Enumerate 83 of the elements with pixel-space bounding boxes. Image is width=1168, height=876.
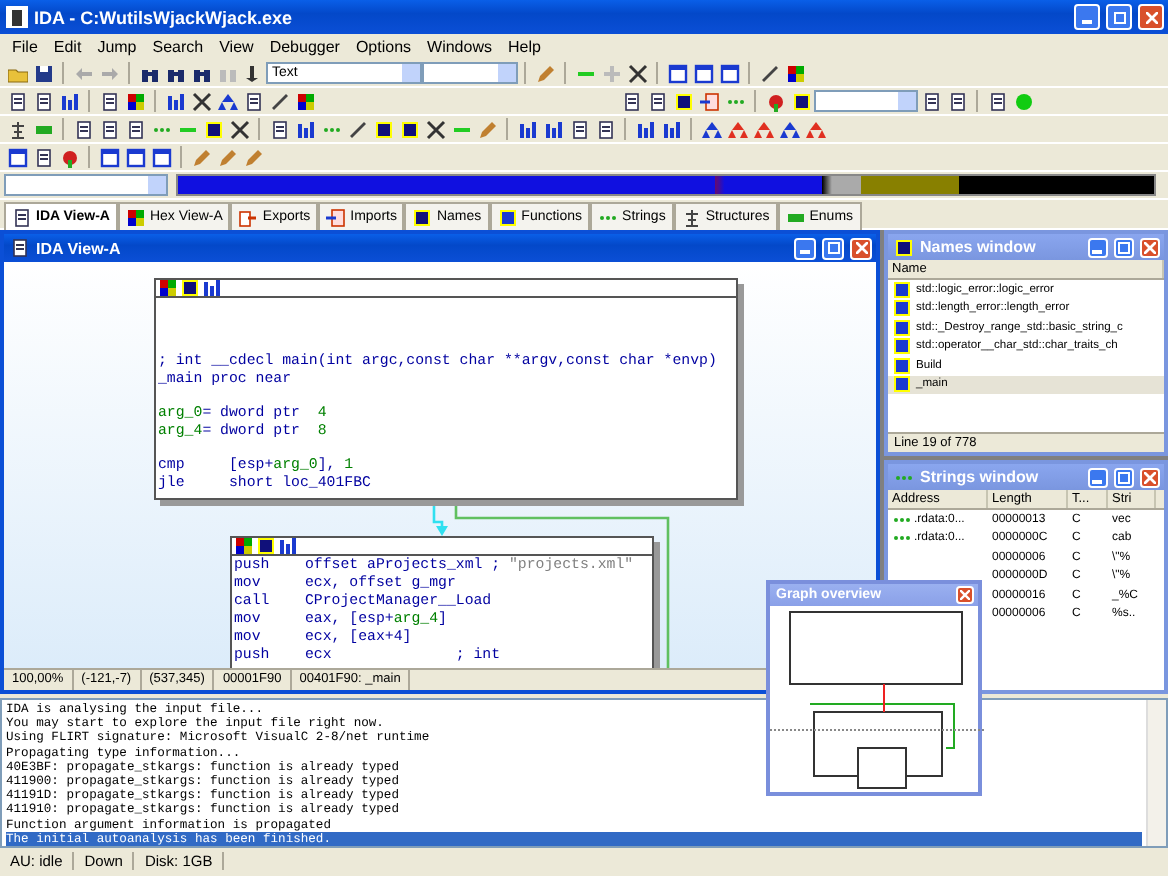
grid-icon — [295, 91, 315, 111]
menu-item[interactable]: Jump — [89, 38, 145, 56]
maximize-icon — [827, 242, 839, 254]
pencil-icon — [535, 63, 555, 83]
wrench-icon — [269, 91, 289, 111]
bars-icon — [517, 119, 537, 139]
close-icon — [960, 590, 970, 600]
window-title: Names window — [920, 238, 1038, 256]
tree-icon — [779, 119, 799, 139]
minimize-button[interactable] — [1088, 467, 1108, 487]
maximize-icon — [1118, 471, 1130, 483]
close-button[interactable] — [1140, 467, 1160, 487]
floppy-icon — [33, 63, 53, 83]
menu-item[interactable]: Search — [144, 38, 212, 56]
close-button[interactable] — [956, 586, 974, 604]
bars-icon — [202, 278, 222, 298]
document-icon — [10, 238, 30, 258]
bars-icon — [295, 119, 315, 139]
maximize-button[interactable] — [1114, 237, 1134, 257]
circle-icon — [1013, 91, 1033, 111]
wrench-icon — [347, 119, 367, 139]
menu-item[interactable]: View — [211, 38, 262, 56]
window-title: Strings window — [920, 468, 1041, 486]
menu-item[interactable]: Help — [499, 38, 549, 56]
close-button[interactable] — [850, 237, 872, 259]
cross-icon — [191, 91, 211, 111]
close-icon — [1144, 471, 1156, 483]
arrow-right-icon — [99, 63, 119, 83]
close-icon — [855, 242, 867, 254]
menu-item[interactable]: Options — [347, 38, 420, 56]
minimize-button[interactable] — [1074, 4, 1100, 30]
grid-icon — [125, 91, 145, 111]
cross-icon — [627, 63, 647, 83]
bars-icon — [59, 91, 79, 111]
tree-icon — [727, 119, 747, 139]
maximize-button[interactable] — [1106, 4, 1132, 30]
close-button[interactable] — [1140, 237, 1160, 257]
maximize-button[interactable] — [822, 237, 844, 259]
flower-icon — [59, 147, 79, 167]
tree-icon — [805, 119, 825, 139]
cross-icon — [425, 119, 445, 139]
bars-icon — [543, 119, 563, 139]
close-icon — [1144, 241, 1156, 253]
menu-item[interactable]: Edit — [45, 38, 90, 56]
window-title: IDA View-A — [36, 239, 123, 257]
dropdown-field[interactable] — [814, 90, 918, 112]
bars-icon — [635, 119, 655, 139]
arrow-left-icon — [73, 63, 93, 83]
grid-icon — [125, 207, 146, 227]
grid-icon — [234, 536, 254, 556]
bars-icon — [278, 536, 298, 556]
pencil-icon — [477, 119, 497, 139]
menu-item[interactable]: Debugger — [261, 38, 348, 56]
import-icon — [699, 91, 719, 111]
dropdown-field[interactable] — [4, 174, 168, 196]
cross-icon — [229, 119, 249, 139]
maximize-icon — [1113, 11, 1125, 23]
bars-icon — [661, 119, 681, 139]
dropdown-field[interactable] — [422, 62, 518, 84]
close-button[interactable] — [1138, 4, 1164, 30]
tree-icon — [753, 119, 773, 139]
maximize-icon — [1118, 241, 1130, 253]
navigation-band[interactable] — [176, 174, 1156, 196]
minimize-button[interactable] — [794, 237, 816, 259]
jump-arrow-icon — [243, 63, 263, 83]
plus-icon — [601, 63, 621, 83]
bars-icon — [165, 91, 185, 111]
folder-icon — [7, 63, 27, 83]
app-icon — [6, 6, 28, 28]
tree-icon — [217, 91, 237, 111]
menu-item[interactable]: Windows — [419, 38, 500, 56]
import-icon — [326, 207, 347, 227]
wrench-icon — [759, 63, 779, 83]
maximize-button[interactable] — [1114, 467, 1134, 487]
flower-icon — [765, 91, 785, 111]
minimize-button[interactable] — [1088, 237, 1108, 257]
menu-item[interactable]: File — [4, 38, 46, 56]
grid-icon — [158, 278, 178, 298]
grid-icon — [785, 63, 805, 83]
tree-icon — [701, 119, 721, 139]
scrollbar[interactable] — [1146, 700, 1166, 846]
window-title: IDA - C:WutilsWjackWjack.exe — [34, 7, 295, 27]
close-icon — [1145, 11, 1157, 23]
